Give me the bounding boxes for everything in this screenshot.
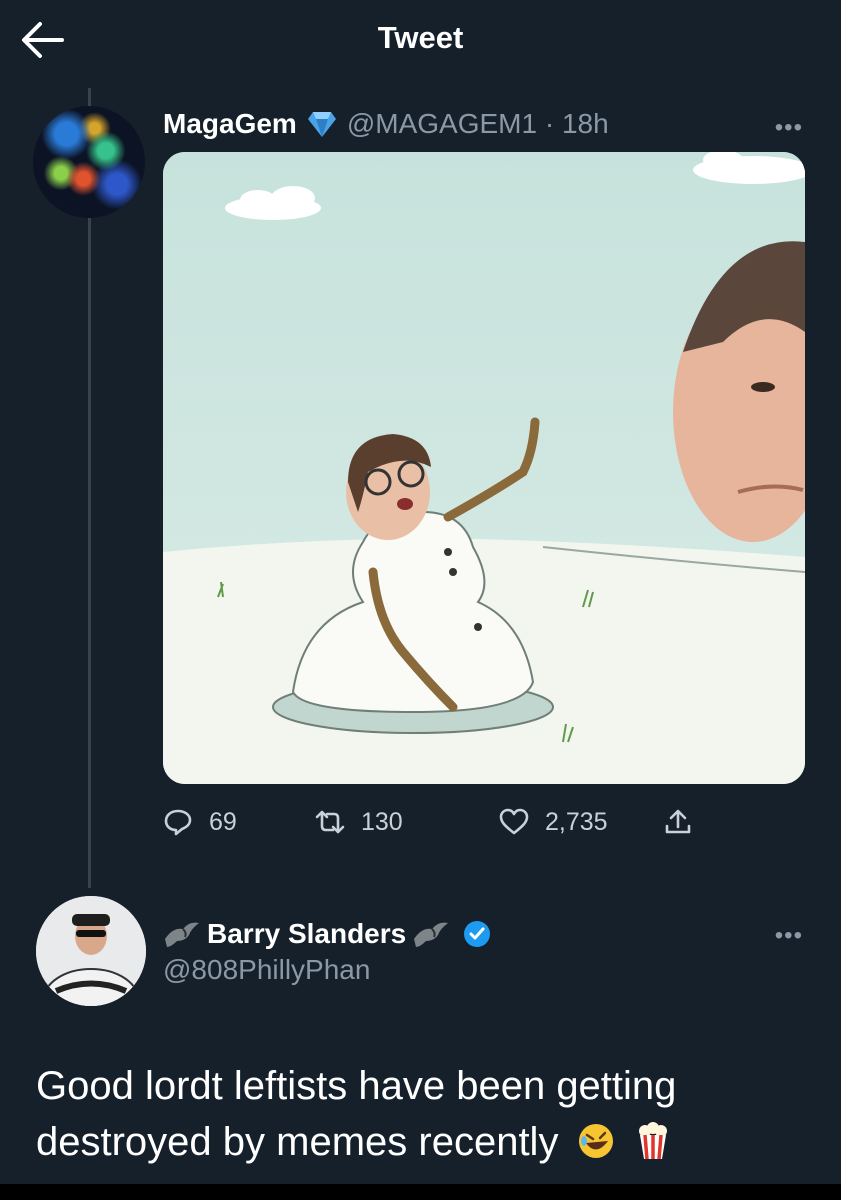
author-name[interactable]: MagaGem: [163, 108, 297, 140]
like-button[interactable]: 2,735: [499, 802, 608, 842]
tweet-author-row: MagaGem @MAGAGEM1 · 18h: [163, 104, 609, 144]
retweet-button[interactable]: 130: [315, 802, 403, 842]
retweet-icon: [315, 810, 345, 834]
retweet-count: 130: [361, 807, 403, 836]
reply-text-block: Good lordt leftists have been getting de…: [36, 1058, 816, 1170]
share-icon: [665, 809, 691, 834]
person-illustration: [36, 896, 146, 1006]
more-options-button[interactable]: •••: [775, 114, 803, 142]
tweet-actions: 69 130 2,735: [163, 802, 723, 842]
reply-author-row: Barry Slanders: [163, 914, 492, 954]
tweet-image[interactable]: [163, 152, 805, 784]
reply-author-handle: @808PhillyPhan: [163, 954, 371, 985]
meme-illustration: [163, 152, 805, 784]
share-button[interactable]: [663, 802, 693, 842]
page-title: Tweet: [377, 20, 464, 55]
rolling-laughing-emoji: [578, 1124, 613, 1158]
diamond-icon: [307, 112, 336, 137]
heart-icon: [499, 808, 529, 835]
reply-icon: [164, 809, 192, 836]
author-handle-time: @MAGAGEM1 · 18h: [346, 108, 609, 139]
avatar[interactable]: [33, 106, 145, 218]
head-illustration: [346, 434, 431, 540]
verified-badge-icon: [464, 921, 491, 947]
reply-button[interactable]: 69: [163, 802, 237, 842]
eagle-icon: [165, 922, 199, 947]
avatar[interactable]: [36, 896, 146, 1006]
reply-count: 69: [209, 807, 237, 836]
more-options-button[interactable]: •••: [775, 922, 803, 950]
bottom-bar: [0, 1184, 841, 1200]
like-count: 2,735: [545, 807, 608, 836]
eagle-icon: [414, 922, 449, 947]
top-bar: Tweet: [0, 0, 841, 80]
popcorn-emoji: [638, 1122, 667, 1160]
reply-author-name[interactable]: Barry Slanders: [207, 918, 406, 950]
